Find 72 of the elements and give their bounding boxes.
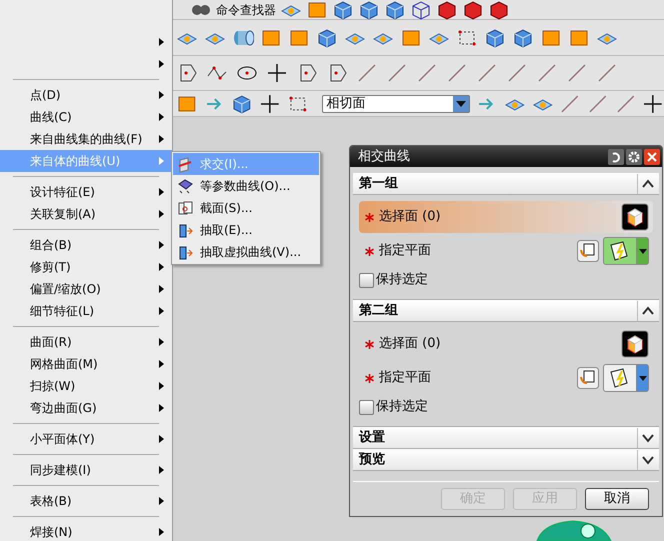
select-face-row[interactable]: 选择面 (0) <box>359 201 653 233</box>
required-icon <box>365 212 374 222</box>
intersect-icon <box>177 156 194 172</box>
dropdown-arrow-icon <box>638 248 646 254</box>
line-icon[interactable] <box>386 62 408 84</box>
line-icon[interactable] <box>586 92 609 114</box>
plus-icon[interactable] <box>259 92 281 114</box>
menu-item[interactable]: 扫掠(W) <box>0 375 172 397</box>
submenu-item[interactable]: 抽取(E)... <box>173 219 319 241</box>
section-icon <box>177 200 194 216</box>
dialog-button[interactable]: 取消 <box>585 488 649 510</box>
line-icon[interactable] <box>506 62 528 84</box>
filter-dropdown[interactable]: 相切面 <box>322 94 470 112</box>
line-icon[interactable] <box>566 62 588 84</box>
checkbox[interactable] <box>359 400 374 414</box>
section-header[interactable]: 第二组 <box>353 300 659 322</box>
menu-item[interactable]: 同步建模(I) <box>0 459 172 481</box>
undo-icon[interactable] <box>608 148 624 164</box>
line-icon[interactable] <box>614 92 636 114</box>
menu-item[interactable]: 修剪(T) <box>0 256 172 278</box>
mesh-icon <box>177 178 194 194</box>
checkbox-label: 保持选定 <box>376 271 428 290</box>
section-header[interactable]: 第一组 <box>353 173 659 195</box>
required-icon <box>365 374 374 382</box>
menu-item[interactable]: 弯边曲面(G) <box>0 397 172 419</box>
line-icon[interactable] <box>416 62 438 84</box>
settings-icon[interactable] <box>626 148 642 164</box>
plane-dialog-icon[interactable] <box>577 367 599 389</box>
dropdown-arrow-icon <box>638 376 646 380</box>
checkbox-label: 保持选定 <box>376 398 428 416</box>
plus-icon[interactable] <box>266 62 288 84</box>
select-face-row[interactable]: 选择面 (0) <box>359 328 653 360</box>
select-face-label: 选择面 (0) <box>379 335 441 354</box>
menu-item[interactable]: 焊接(N) <box>0 521 172 541</box>
line-icon[interactable] <box>596 62 618 84</box>
menu-item[interactable]: 设计特征(E) <box>0 181 172 203</box>
menu-item[interactable]: 偏置/缩放(O) <box>0 278 172 300</box>
specify-plane-label: 指定平面 <box>379 242 431 260</box>
menu-item[interactable]: 点(D) <box>0 84 172 106</box>
menu-item[interactable]: 细节特征(L) <box>0 300 172 322</box>
wireframe-cube-icon[interactable] <box>410 0 432 20</box>
dialog-title: 相交曲线 <box>358 148 410 166</box>
line-icon[interactable] <box>536 62 558 84</box>
section-header[interactable]: 设置 <box>353 427 659 449</box>
submenu-item[interactable]: 截面(S)... <box>173 197 319 219</box>
required-icon <box>365 246 374 256</box>
menu-item[interactable]: 网格曲面(M) <box>0 353 172 375</box>
line-icon[interactable] <box>559 92 581 114</box>
plane-type-dropdown[interactable] <box>603 237 649 265</box>
menu-item[interactable]: 来自曲线集的曲线(F) <box>0 128 172 150</box>
plus-icon[interactable] <box>642 92 664 114</box>
line-icon[interactable] <box>476 62 498 84</box>
plane-type-dropdown[interactable] <box>603 364 649 392</box>
submenu-item[interactable]: 抽取虚拟曲线(V)... <box>173 241 319 263</box>
checkbox[interactable] <box>359 272 374 288</box>
menu-item[interactable]: 组合(B) <box>0 234 172 256</box>
menu-item[interactable]: 曲线(C) <box>0 106 172 128</box>
command-finder-label[interactable]: 命令查找器 <box>216 0 276 18</box>
select-face-label: 选择面 (0) <box>379 208 441 226</box>
block-icon[interactable] <box>306 0 328 20</box>
section-header[interactable]: 预览 <box>353 449 659 471</box>
specify-plane-label: 指定平面 <box>379 369 431 388</box>
submenu-item[interactable]: 等参数曲线(O)... <box>173 175 319 197</box>
line-icon[interactable] <box>446 62 468 84</box>
menu-item[interactable]: 关联复制(A) <box>0 203 172 225</box>
close-icon[interactable] <box>644 148 660 164</box>
menu-item[interactable]: 表格(B) <box>0 490 172 512</box>
required-icon <box>365 340 374 348</box>
plane-dialog-icon[interactable] <box>577 240 599 262</box>
line-icon[interactable] <box>356 62 378 84</box>
menu-item[interactable]: 曲面(R) <box>0 331 172 353</box>
menu-item[interactable]: 小平面体(Y) <box>0 428 172 450</box>
